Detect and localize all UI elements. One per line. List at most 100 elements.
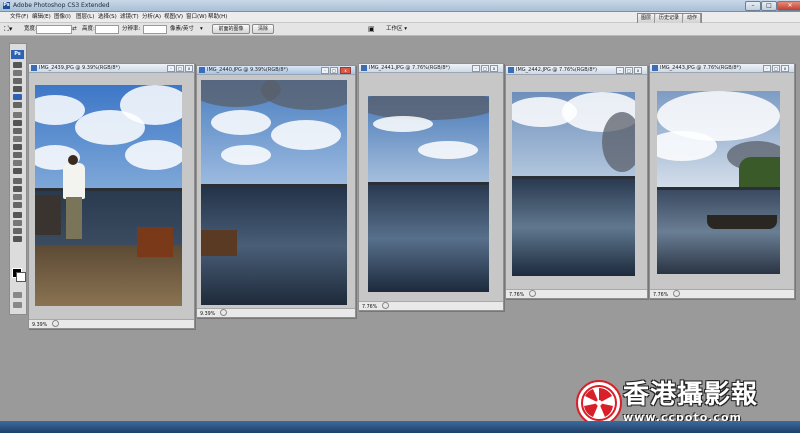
slice-tool-icon[interactable] bbox=[13, 102, 22, 108]
hand-tool-icon[interactable] bbox=[13, 228, 22, 234]
zoom-level[interactable]: 9.39% bbox=[32, 323, 47, 328]
window-title: Adobe Photoshop CS3 Extended bbox=[13, 2, 110, 9]
background-color-swatch[interactable] bbox=[16, 272, 26, 282]
document-minimize-button[interactable]: - bbox=[167, 65, 175, 72]
photo-canvas bbox=[201, 80, 347, 305]
type-tool-icon[interactable] bbox=[13, 186, 22, 192]
document-close-button[interactable]: x bbox=[185, 65, 193, 72]
document-title: IMG_2442.JPG @ 7.76%(RGB/8*) bbox=[516, 67, 597, 73]
tab-actions[interactable]: 动作 bbox=[684, 14, 702, 23]
gradient-tool-icon[interactable] bbox=[13, 152, 22, 158]
document-window-img-2439[interactable]: IMG_2439.JPG @ 9.39%(RGB/8*) - □ x 9.39% bbox=[28, 63, 195, 329]
height-input[interactable] bbox=[95, 25, 119, 34]
blur-tool-icon[interactable] bbox=[13, 160, 22, 166]
document-minimize-button[interactable]: - bbox=[472, 65, 480, 72]
tab-layers[interactable]: 图层 bbox=[638, 14, 656, 23]
status-menu-icon[interactable] bbox=[52, 320, 60, 327]
ps-logo: Ps bbox=[11, 50, 24, 59]
status-menu-icon[interactable] bbox=[382, 302, 390, 309]
document-window-img-2442[interactable]: IMG_2442.JPG @ 7.76%(RGB/8*) - □ x 7.76% bbox=[505, 65, 648, 299]
document-status-bar: 7.76% bbox=[506, 289, 647, 298]
menu-filter[interactable]: 滤镜(T) bbox=[120, 13, 139, 21]
menu-edit[interactable]: 编辑(E) bbox=[32, 13, 51, 21]
document-window-img-2440[interactable]: IMG_2440.JPG @ 9.39%(RGB/8*) - □ x 9.39% bbox=[196, 65, 356, 318]
document-close-button[interactable]: x bbox=[340, 67, 351, 74]
menu-analysis[interactable]: 分析(A) bbox=[142, 13, 161, 21]
screen-mode-icon[interactable] bbox=[13, 302, 22, 308]
document-close-button[interactable]: x bbox=[490, 65, 498, 72]
quick-mask-icon[interactable] bbox=[13, 292, 22, 298]
zoom-tool-icon[interactable] bbox=[13, 236, 22, 242]
watermark-logo-icon bbox=[576, 380, 622, 426]
bridge-icon[interactable]: ▣ bbox=[368, 25, 375, 33]
document-window-img-2443[interactable]: IMG_2443.JPG @ 7.76%(RGB/8*) - □ x 7.76% bbox=[649, 63, 795, 299]
front-image-button[interactable]: 前面的图像 bbox=[212, 24, 250, 34]
history-brush-icon[interactable] bbox=[13, 136, 22, 142]
path-selection-icon[interactable] bbox=[13, 178, 22, 184]
document-maximize-button[interactable]: □ bbox=[176, 65, 184, 72]
clone-stamp-icon[interactable] bbox=[13, 128, 22, 134]
menu-view[interactable]: 视图(V) bbox=[164, 13, 183, 21]
status-menu-icon[interactable] bbox=[220, 309, 228, 316]
document-close-button[interactable]: x bbox=[781, 65, 789, 72]
document-status-bar: 9.39% bbox=[197, 308, 355, 317]
document-title: IMG_2443.JPG @ 7.76%(RGB/8*) bbox=[660, 65, 741, 71]
document-close-button[interactable]: x bbox=[634, 67, 642, 74]
notes-tool-icon[interactable] bbox=[13, 212, 22, 218]
workspace-menu[interactable]: 工作区 ▾ bbox=[386, 25, 407, 33]
move-tool-icon[interactable] bbox=[13, 62, 22, 68]
swap-icon[interactable]: ⇄ bbox=[72, 25, 77, 33]
pen-tool-icon[interactable] bbox=[13, 194, 22, 200]
file-icon bbox=[652, 65, 658, 71]
zoom-level[interactable]: 7.76% bbox=[362, 305, 377, 310]
menu-help[interactable]: 帮助(H) bbox=[208, 13, 227, 21]
status-menu-icon[interactable] bbox=[529, 290, 537, 297]
document-minimize-button[interactable]: - bbox=[616, 67, 624, 74]
options-bar: ⛶▾ 宽度: ⇄ 高度: 分辨率: 像素/英寸 ▾ 前面的图像 清除 ▣ 工作区… bbox=[0, 23, 800, 36]
close-button[interactable]: ✕ bbox=[777, 1, 800, 11]
eraser-tool-icon[interactable] bbox=[13, 144, 22, 150]
document-maximize-button[interactable]: □ bbox=[481, 65, 489, 72]
marquee-tool-icon[interactable] bbox=[13, 70, 22, 76]
eyedropper-tool-icon[interactable] bbox=[13, 220, 22, 226]
brush-tool-icon[interactable] bbox=[13, 120, 22, 126]
document-window-img-2441[interactable]: IMG_2441.JPG @ 7.76%(RGB/8*) - □ x 7.76% bbox=[358, 63, 504, 311]
clear-button[interactable]: 清除 bbox=[252, 24, 274, 34]
document-status-bar: 7.76% bbox=[359, 301, 503, 310]
menu-file[interactable]: 文件(F) bbox=[10, 13, 28, 21]
document-maximize-button[interactable]: □ bbox=[772, 65, 780, 72]
resolution-unit-select[interactable]: 像素/英寸 bbox=[170, 25, 194, 33]
file-icon bbox=[361, 65, 367, 71]
tab-history[interactable]: 历史记录 bbox=[656, 14, 684, 23]
menu-layer[interactable]: 图层(L) bbox=[76, 13, 94, 21]
resolution-input[interactable] bbox=[143, 25, 167, 34]
crop-tool-icon[interactable]: ⛶▾ bbox=[4, 25, 12, 33]
document-minimize-button[interactable]: - bbox=[321, 67, 329, 74]
width-input[interactable] bbox=[36, 25, 72, 34]
menu-select[interactable]: 选择(S) bbox=[98, 13, 117, 21]
status-menu-icon[interactable] bbox=[673, 290, 681, 297]
healing-brush-icon[interactable] bbox=[13, 112, 22, 118]
resolution-label: 分辨率: bbox=[122, 26, 141, 32]
document-maximize-button[interactable]: □ bbox=[625, 67, 633, 74]
magic-wand-tool-icon[interactable] bbox=[13, 86, 22, 92]
dodge-tool-icon[interactable] bbox=[13, 168, 22, 174]
crop-tool-icon[interactable] bbox=[13, 94, 22, 100]
document-title: IMG_2439.JPG @ 9.39%(RGB/8*) bbox=[39, 65, 120, 71]
minimize-button[interactable]: – bbox=[745, 1, 761, 11]
menu-window[interactable]: 窗口(W) bbox=[186, 13, 207, 21]
zoom-level[interactable]: 7.76% bbox=[509, 293, 524, 298]
document-maximize-button[interactable]: □ bbox=[330, 67, 338, 74]
lasso-tool-icon[interactable] bbox=[13, 78, 22, 84]
maximize-button[interactable]: □ bbox=[761, 1, 777, 11]
unit-chevron-down-icon[interactable]: ▾ bbox=[200, 25, 203, 33]
document-minimize-button[interactable]: - bbox=[763, 65, 771, 72]
menu-image[interactable]: 图像(I) bbox=[54, 13, 71, 21]
document-status-bar: 9.39% bbox=[29, 319, 194, 328]
title-bar: Ps Adobe Photoshop CS3 Extended – □ ✕ bbox=[0, 0, 800, 12]
document-status-bar: 7.76% bbox=[650, 289, 794, 298]
zoom-level[interactable]: 9.39% bbox=[200, 312, 215, 317]
toolbox-panel: Ps bbox=[9, 43, 27, 315]
zoom-level[interactable]: 7.76% bbox=[653, 293, 668, 298]
shape-tool-icon[interactable] bbox=[13, 202, 22, 208]
